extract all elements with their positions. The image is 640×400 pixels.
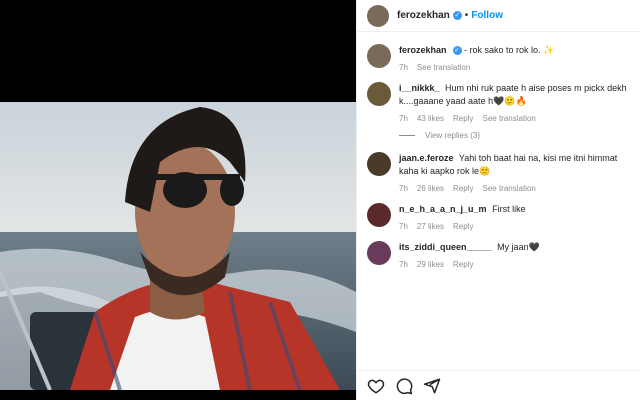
comment-row: its_ziddi_queen_____ My jaan🖤 7h 29 like… — [357, 241, 640, 269]
post-header: ferozekhan ✓ • Follow — [357, 0, 640, 32]
comment-username[interactable]: i__nikkk_ — [399, 83, 440, 93]
comments-list[interactable]: ferozekhan ✓ - rok sako to rok lo. ✨ 7h S… — [357, 44, 640, 362]
reply-button[interactable]: Reply — [453, 114, 473, 123]
replies-divider — [399, 135, 415, 136]
comment-username[interactable]: n_e_h_a_a_n_j_u_m — [399, 204, 487, 214]
post-media — [0, 0, 356, 400]
comment-text: its_ziddi_queen_____ My jaan🖤 — [399, 241, 630, 254]
comment-icon[interactable] — [395, 377, 413, 395]
comment-likes[interactable]: 27 likes — [417, 222, 444, 231]
caption-meta: 7h See translation — [399, 63, 630, 72]
post-side-panel: ferozekhan ✓ • Follow ferozekhan ✓ - rok … — [356, 0, 640, 400]
author-avatar[interactable] — [367, 44, 391, 68]
heart-icon[interactable] — [367, 377, 385, 395]
share-icon[interactable] — [423, 377, 441, 395]
caption-text: ferozekhan ✓ - rok sako to rok lo. ✨ — [399, 44, 630, 57]
comment-time: 7h — [399, 222, 408, 231]
author-avatar[interactable] — [367, 4, 389, 27]
comment-row: jaan.e.feroze Yahi toh baat hai na, kisi… — [357, 152, 640, 193]
comment-likes[interactable]: 26 likes — [417, 184, 444, 193]
comment-meta: 7h 29 likes Reply — [399, 260, 630, 269]
comment-text: i__nikkk_ Hum nhi ruk paate h aise poses… — [399, 82, 630, 108]
commenter-avatar[interactable] — [367, 152, 391, 176]
comment-text: jaan.e.feroze Yahi toh baat hai na, kisi… — [399, 152, 630, 178]
follow-button[interactable]: Follow — [471, 10, 503, 21]
comment-body: My jaan🖤 — [497, 242, 540, 252]
reply-button[interactable]: Reply — [453, 222, 473, 231]
comment-time: 7h — [399, 260, 408, 269]
comment-username[interactable]: jaan.e.feroze — [399, 153, 454, 163]
action-bar — [357, 370, 640, 400]
comment-likes[interactable]: 29 likes — [417, 260, 444, 269]
post-photo[interactable] — [0, 102, 356, 390]
commenter-avatar[interactable] — [367, 203, 391, 227]
caption-username[interactable]: ferozekhan — [399, 45, 447, 55]
reply-button[interactable]: Reply — [453, 184, 473, 193]
see-translation-link[interactable]: See translation — [417, 63, 470, 72]
comment-meta: 7h 43 likes Reply See translation — [399, 114, 630, 123]
caption-time: 7h — [399, 63, 408, 72]
commenter-avatar[interactable] — [367, 82, 391, 106]
comment-meta: 7h 27 likes Reply — [399, 222, 630, 231]
comment-meta: 7h 26 likes Reply See translation — [399, 184, 630, 193]
reply-button[interactable]: Reply — [453, 260, 473, 269]
comment-text: n_e_h_a_a_n_j_u_m First like — [399, 203, 630, 216]
comment-time: 7h — [399, 184, 408, 193]
view-replies[interactable]: View replies (3) — [357, 131, 640, 140]
comment-row: n_e_h_a_a_n_j_u_m First like 7h 27 likes… — [357, 203, 640, 231]
see-translation-link[interactable]: See translation — [482, 114, 535, 123]
commenter-avatar[interactable] — [367, 241, 391, 265]
view-replies-label[interactable]: View replies (3) — [425, 131, 480, 140]
verified-badge-icon: ✓ — [452, 11, 462, 20]
caption-row: ferozekhan ✓ - rok sako to rok lo. ✨ 7h S… — [357, 44, 640, 72]
comment-likes[interactable]: 43 likes — [417, 114, 444, 123]
see-translation-link[interactable]: See translation — [482, 184, 535, 193]
separator-dot: • — [464, 10, 469, 21]
comment-time: 7h — [399, 114, 408, 123]
author-username[interactable]: ferozekhan — [397, 10, 450, 21]
comment-row: i__nikkk_ Hum nhi ruk paate h aise poses… — [357, 82, 640, 123]
caption-body: - rok sako to rok lo. ✨ — [464, 45, 555, 55]
verified-badge-icon: ✓ — [452, 46, 462, 56]
comment-username[interactable]: its_ziddi_queen_____ — [399, 242, 492, 252]
comment-body: First like — [492, 204, 526, 214]
